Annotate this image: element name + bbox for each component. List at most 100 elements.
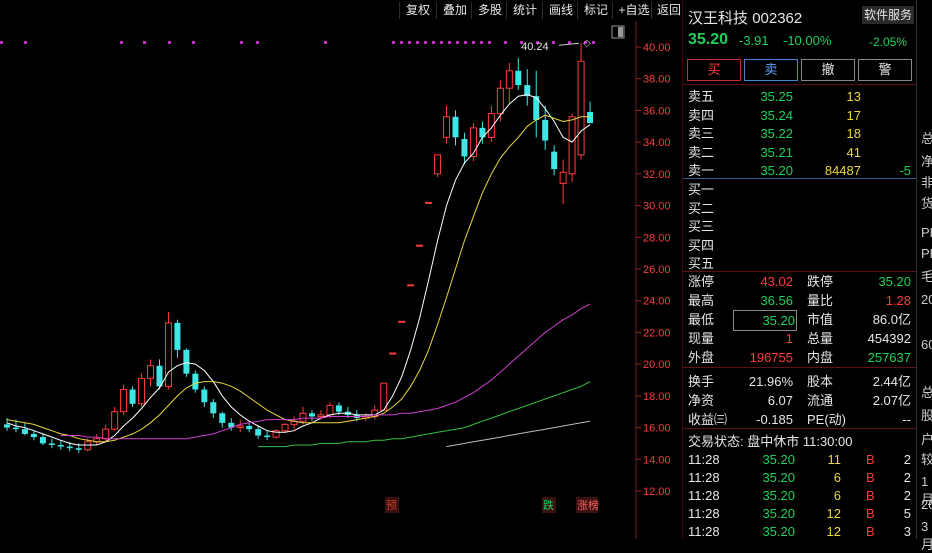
- stock-code: 002362: [752, 10, 803, 27]
- bid-level-row[interactable]: 买一: [683, 180, 917, 199]
- signal-marker: [472, 41, 475, 44]
- tick-row[interactable]: 11:28 35.20 12 B 3: [683, 522, 917, 541]
- signal-marker: [552, 41, 555, 44]
- y-tick-label: 28.00: [643, 232, 671, 244]
- ask-price: 35.21: [760, 144, 793, 160]
- candle-body-up: [120, 389, 128, 413]
- kline-svg: 40.00 38.00 36.00 34.00 32.00 30.00 28.00 26.00…: [0, 21, 671, 539]
- y-tick-label: 32.00: [643, 169, 671, 181]
- side-info-text: 货: [921, 196, 932, 211]
- side-info-text: 20: [921, 497, 932, 512]
- toolbar-add-watchlist-button[interactable]: +自选: [612, 2, 655, 19]
- candle-body-down: [21, 429, 28, 434]
- tick-row[interactable]: 11:28 35.20 12 B 5: [683, 504, 917, 523]
- candle-body-up: [299, 412, 307, 422]
- candle-body-down: [542, 119, 549, 141]
- stat-label-float: 流通: [807, 393, 834, 408]
- buy-button[interactable]: 买: [687, 59, 741, 81]
- candle-body-down: [12, 427, 19, 430]
- candle-body-up: [236, 425, 244, 429]
- bid-level-row[interactable]: 买四: [683, 236, 917, 255]
- tick-row[interactable]: 11:28 35.20 11 B 2: [683, 450, 917, 469]
- tick-price: 35.20: [762, 488, 795, 503]
- candle-body-down: [551, 151, 558, 170]
- ask-level-label: 卖二: [688, 144, 715, 160]
- ask-volume: 17: [846, 107, 861, 123]
- stat-label-equity: 股本: [807, 374, 834, 389]
- tick-row[interactable]: 11:28 35.20 6 B 2: [683, 468, 917, 487]
- quote-panel: 汉王科技 002362 软件服务 35.20 -3.91 -10.00% -2.…: [682, 0, 917, 539]
- toolbar-overlay-button[interactable]: 叠加: [436, 2, 473, 19]
- candle-body-down: [452, 116, 459, 138]
- high-annotation-label: 40.24: [521, 41, 549, 53]
- tick-row[interactable]: 11:28 35.20 6 B 2: [683, 486, 917, 505]
- toolbar-multi-stock-button[interactable]: 多股: [471, 2, 508, 19]
- stat-label-inner: 内盘: [807, 350, 834, 365]
- signal-marker: [408, 41, 411, 44]
- tick-price: 35.20: [762, 506, 795, 521]
- tick-time: 11:28: [688, 470, 720, 485]
- ma20-line: [60, 303, 591, 440]
- candle-body-up: [434, 154, 442, 175]
- candle-body-down: [515, 70, 522, 86]
- side-info-text: 3月: [921, 519, 932, 552]
- signal-marker: [432, 41, 435, 44]
- toolbar-mark-button[interactable]: 标记: [577, 2, 614, 19]
- cancel-order-button[interactable]: 撤: [801, 59, 855, 81]
- tick-side: B: [866, 452, 875, 467]
- side-info-text: PE: [921, 225, 932, 240]
- tick-count: 2: [903, 488, 911, 503]
- ask-level-row[interactable]: 卖二 35.21 41: [683, 143, 917, 162]
- candle-body-down: [66, 446, 73, 449]
- stat-label-eps: 收益㈢: [688, 412, 728, 427]
- tick-price: 35.20: [762, 470, 795, 485]
- toolbar-back-button[interactable]: 返回: [651, 2, 686, 19]
- ask-level-row[interactable]: 卖五 35.25 13: [683, 87, 917, 106]
- y-tick-label: 30.00: [643, 201, 671, 213]
- ask-level-row[interactable]: 卖三 35.22 18: [683, 124, 917, 143]
- candle-body-down: [210, 402, 217, 414]
- stat-value-equity: 2.44亿: [872, 374, 911, 389]
- stat-value-pe: --: [902, 412, 911, 427]
- tick-count: 2: [903, 470, 911, 485]
- signal-marker: [392, 41, 395, 44]
- toolbar-draw-line-button[interactable]: 画线: [542, 2, 579, 19]
- signal-marker: [400, 41, 403, 44]
- price-alert-button[interactable]: 警: [858, 59, 912, 81]
- sell-button[interactable]: 卖: [744, 59, 798, 81]
- stat-value-net_asset: 6.07: [767, 393, 793, 408]
- kline-chart[interactable]: 40.00 38.00 36.00 34.00 32.00 30.00 28.00 26.00…: [0, 21, 682, 539]
- candle-body-down: [479, 127, 486, 138]
- ask-volume: 18: [846, 126, 861, 141]
- stat-value-inner: 257637: [867, 350, 911, 365]
- y-tick-label: 18.00: [643, 391, 671, 403]
- side-info-text: 毛: [921, 269, 932, 284]
- ask-level-row[interactable]: 卖四 35.24 17: [683, 106, 917, 125]
- tick-time: 11:28: [688, 506, 720, 521]
- candle-body-down: [255, 429, 262, 436]
- stats-row: 最高 36.56 量比 1.28: [683, 291, 917, 310]
- price-change-pct: -10.00%: [783, 33, 832, 48]
- bid-level-row[interactable]: 买二: [683, 199, 917, 218]
- candle-body-up: [577, 60, 585, 156]
- toolbar-stats-button[interactable]: 统计: [506, 2, 543, 19]
- candle-body-down: [129, 389, 136, 404]
- candle-body-down: [30, 433, 37, 438]
- side-info-text: PE: [921, 246, 932, 261]
- signal-marker: [0, 41, 3, 44]
- candle-body-up: [326, 404, 334, 416]
- candle-body-up: [443, 116, 451, 138]
- y-tick-label: 36.00: [643, 105, 671, 117]
- signal-marker: [448, 41, 451, 44]
- side-info-text: 户: [921, 432, 932, 447]
- side-info-text: 非: [921, 175, 932, 190]
- tick-volume: 6: [833, 488, 841, 503]
- y-tick-label: 26.00: [643, 264, 671, 276]
- sector-service-label[interactable]: 软件服务: [862, 6, 914, 24]
- bid-level-row[interactable]: 买三: [683, 217, 917, 236]
- toolbar-adjust-button[interactable]: 复权: [399, 2, 436, 19]
- candle-body-down: [201, 389, 208, 403]
- event-label: 涨榜: [577, 498, 599, 512]
- tick-side: B: [866, 488, 875, 503]
- ask-level-label: 卖三: [688, 126, 715, 141]
